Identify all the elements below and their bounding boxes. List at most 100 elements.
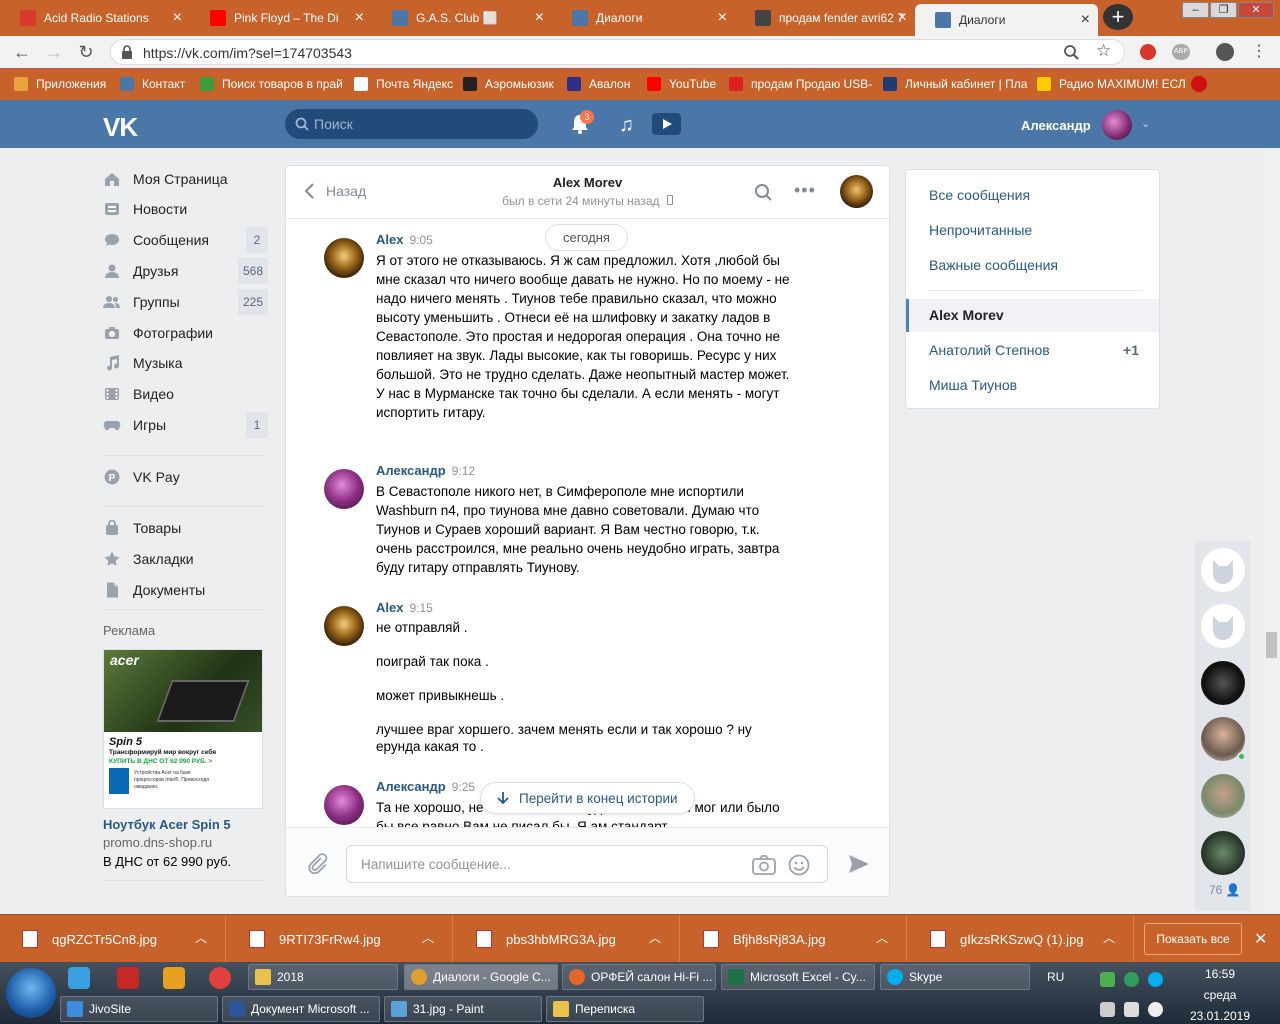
bookmark-yandex-mail[interactable]: Почта Яндекс [354, 77, 453, 91]
header-user-name[interactable]: Александр [1021, 118, 1091, 133]
download-item[interactable]: 9RTI73FrRw4.jpg ︿ [227, 915, 453, 963]
bookmark-apps[interactable]: Приложения [14, 77, 106, 91]
opera-extension-icon[interactable] [1140, 44, 1156, 60]
skype-tray-icon[interactable] [1148, 972, 1163, 987]
dog-avatar-icon[interactable] [1201, 548, 1245, 592]
header-user-avatar[interactable] [1102, 110, 1132, 140]
sidebar-item-star[interactable]: Закладки [103, 548, 268, 570]
chat-contact-avatar[interactable] [840, 175, 873, 208]
search-icon[interactable] [754, 183, 773, 202]
ad-title[interactable]: Ноутбук Acer Spin 5 [103, 817, 231, 832]
tab-close-icon[interactable]: × [898, 10, 907, 26]
sidebar-item-music[interactable]: Музыка [103, 352, 268, 374]
zoom-icon[interactable] [1063, 44, 1080, 61]
sidebar-item-bag[interactable]: Товары [103, 517, 268, 539]
taskbar-item-chrome[interactable]: Диалоги - Google C... [404, 964, 558, 990]
profile-icon[interactable] [1216, 43, 1234, 61]
tab-pink-floyd[interactable]: Pink Floyd – The Di × [190, 2, 372, 34]
ad-image[interactable]: acer Spin 5 Трансформируй мир вокруг себ… [103, 649, 263, 809]
chevron-up-icon[interactable]: ︿ [422, 929, 434, 946]
avatar[interactable] [324, 785, 364, 825]
chevron-up-icon[interactable]: ︿ [195, 929, 207, 946]
display-tray-icon[interactable] [1100, 1002, 1115, 1017]
vk-logo[interactable]: VK [103, 112, 138, 143]
download-item[interactable]: qgRZCTr5Cn8.jpg ︿ [0, 915, 226, 963]
url-field[interactable]: https://vk.com/im?sel=174703543 ☆ [110, 39, 1125, 65]
taskbar-item-perepiska[interactable]: Переписка [546, 996, 704, 1022]
yandex-browser-icon[interactable] [209, 967, 231, 989]
network-tray-icon[interactable] [1100, 972, 1115, 987]
message-author[interactable]: Alex [376, 600, 403, 615]
download-item[interactable]: gIkzsRKSzwQ (1).jpg ︿ [908, 915, 1134, 963]
message-author[interactable]: Александр [376, 779, 446, 794]
sidebar-item-vkpay[interactable]: P VK Pay [103, 466, 268, 488]
show-all-downloads-button[interactable]: Показать все [1144, 923, 1242, 955]
bookmark-avalon[interactable]: Авалон [567, 77, 630, 91]
message-author[interactable]: Александр [376, 463, 446, 478]
sidebar-item-games[interactable]: Игры 1 [103, 412, 268, 438]
music-icon[interactable]: ♫ [619, 114, 634, 137]
send-icon[interactable] [848, 854, 870, 874]
tray-app-icon[interactable] [1124, 972, 1139, 987]
sidebar-item-video[interactable]: Видео [103, 383, 268, 405]
sidebar-item-camera[interactable]: Фотографии [103, 322, 268, 344]
dog-avatar-icon[interactable] [1201, 604, 1245, 648]
paperclip-icon[interactable] [306, 852, 328, 874]
tab-close-icon[interactable]: × [173, 10, 182, 26]
filter-important[interactable]: Важные сообщения [929, 257, 1058, 273]
scroll-to-end-button[interactable]: Перейти в конец истории [480, 782, 695, 814]
friend-avatar[interactable] [1201, 774, 1245, 818]
tab-close-icon[interactable]: × [1081, 12, 1090, 28]
sidebar-item-document[interactable]: Документы [103, 579, 268, 601]
reload-icon[interactable]: ↻ [76, 42, 96, 62]
avatar[interactable] [324, 238, 364, 278]
vk-search-input[interactable]: Поиск [285, 109, 538, 139]
new-tab-button[interactable]: + [1103, 4, 1133, 30]
tab-close-icon[interactable]: × [718, 10, 727, 26]
taskbar-item-skype[interactable]: Skype [880, 964, 1030, 990]
tab-gas-club[interactable]: G.A.S. Club ⬜ × [372, 2, 552, 34]
bookmark-aeromusic[interactable]: Аэромьюзик [463, 77, 554, 91]
avatar[interactable] [324, 606, 364, 646]
bookmark-usb[interactable]: продам Продаю USB- [729, 77, 872, 91]
tab-close-icon[interactable]: × [355, 10, 364, 26]
bookmark-radio-maximum[interactable]: Радио MAXIMUM! ЕСЛ [1037, 77, 1186, 91]
sidebar-item-friends[interactable]: Друзья 568 [103, 258, 268, 284]
dialog-tiunov[interactable]: Миша Тиунов [929, 377, 1017, 393]
taskbar-item-excel[interactable]: Microsoft Excel - Cy... [721, 964, 875, 990]
quicklaunch-icon[interactable] [117, 967, 139, 989]
download-item[interactable]: Bfjh8sRj83A.jpg ︿ [681, 915, 907, 963]
tab-dialogs-active[interactable]: Диалоги × [915, 4, 1098, 36]
chevron-up-icon[interactable]: ︿ [1103, 929, 1115, 946]
video-play-icon[interactable] [652, 113, 681, 135]
volume-tray-icon[interactable] [1124, 1002, 1139, 1017]
language-indicator[interactable]: RU [1047, 970, 1064, 984]
system-clock[interactable]: 16:59 среда 23.01.2019 [1170, 964, 1270, 1024]
abp-extension-icon[interactable]: ABP [1172, 44, 1190, 60]
taskbar-item-2018[interactable]: 2018 [248, 964, 398, 990]
forward-arrow-icon[interactable]: → [44, 42, 64, 62]
sidebar-item-groups[interactable]: Группы 225 [103, 289, 268, 315]
message-history[interactable]: Alex 9:05 Я от этого не отказываюсь. Я ж … [286, 220, 889, 827]
info-tray-icon[interactable] [1148, 1002, 1163, 1017]
chevron-up-icon[interactable]: ︿ [649, 929, 661, 946]
dialog-alex-morev[interactable]: Alex Morev [929, 307, 1004, 323]
sidebar-item-home[interactable]: Моя Страница [103, 168, 268, 190]
dialog-stepnov[interactable]: Анатолий Степнов [929, 342, 1050, 358]
tab-close-icon[interactable]: × [535, 10, 544, 26]
close-icon[interactable]: ✕ [1254, 929, 1267, 949]
minimize-button[interactable]: – [1182, 2, 1209, 18]
scrollbar-thumb[interactable] [1266, 632, 1277, 658]
tab-fender[interactable]: продам fender avri62 7 × [735, 2, 915, 34]
taskbar-item-firefox[interactable]: ОРФЕЙ салон Hi-Fi ... [562, 964, 716, 990]
menu-dots-icon[interactable]: ⋮ [1251, 41, 1267, 61]
start-button[interactable] [6, 968, 56, 1018]
more-dots-icon[interactable]: ••• [794, 180, 816, 201]
chevron-up-icon[interactable]: ︿ [876, 929, 888, 946]
taskbar-item-jivosite[interactable]: JivoSite [60, 996, 218, 1022]
tab-dialogs[interactable]: Диалоги × [552, 2, 735, 34]
quicklaunch-icon[interactable] [163, 967, 185, 989]
quicklaunch-icon[interactable] [68, 967, 90, 989]
taskbar-item-paint[interactable]: 31.jpg - Paint [384, 996, 542, 1022]
avatar[interactable] [324, 469, 364, 509]
